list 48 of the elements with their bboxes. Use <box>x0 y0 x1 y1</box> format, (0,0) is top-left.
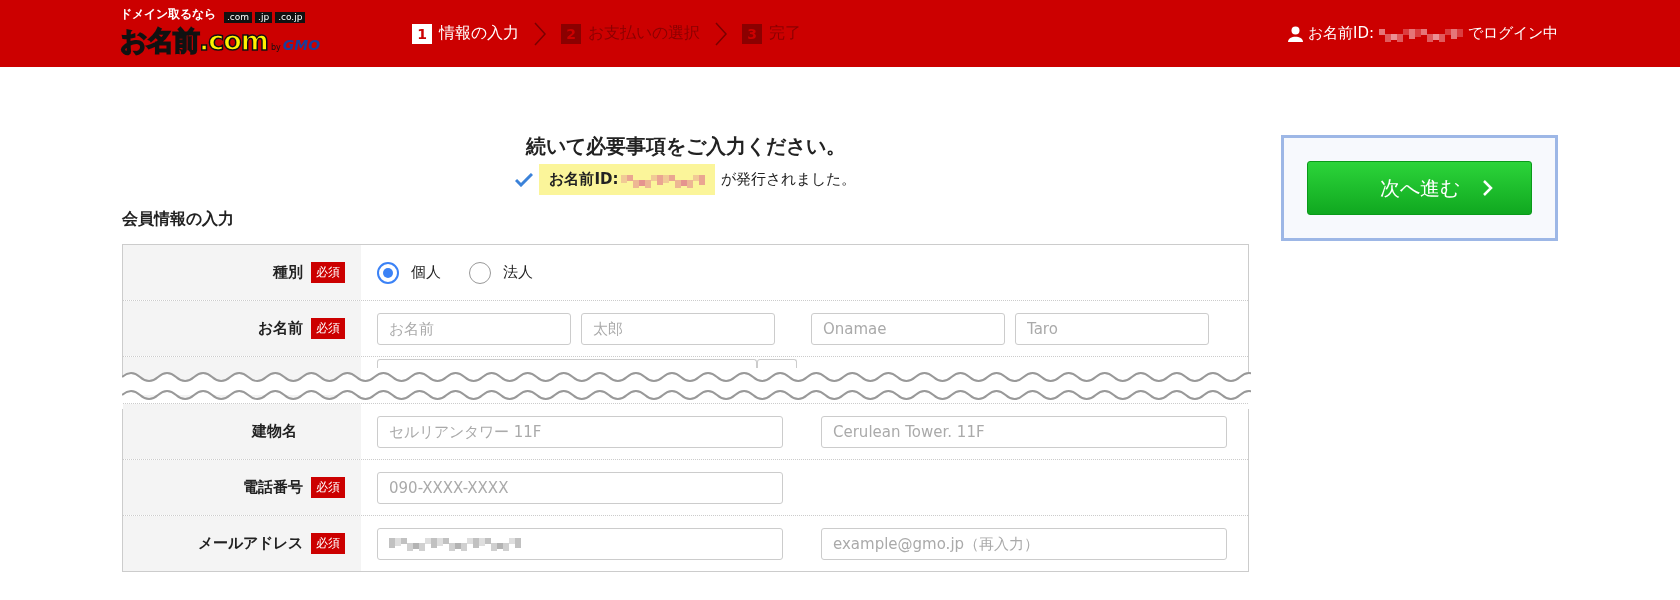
domain-tag: .co.jp <box>275 11 306 23</box>
select-field[interactable] <box>757 359 797 368</box>
id-label: お名前ID: <box>549 170 619 189</box>
required-badge: 必須 <box>311 533 345 554</box>
radio-button[interactable] <box>469 261 491 284</box>
logo-wordmark: お名前.com <box>120 23 268 58</box>
page-heading: 続いて必要事項をご入力ください。 <box>524 133 847 159</box>
required-badge: 必須 <box>311 318 345 339</box>
step-number: 3 <box>742 23 762 44</box>
user-icon <box>1287 25 1303 42</box>
chevron-icon <box>533 20 547 47</box>
login-label: お名前ID: <box>1307 24 1374 43</box>
step-label: 完了 <box>769 23 801 44</box>
required-badge: 必須 <box>311 262 345 283</box>
email-field[interactable] <box>377 527 783 560</box>
login-status: でログイン中 <box>1468 24 1558 43</box>
field-label: お名前 <box>258 319 303 338</box>
field-label: 電話番号 <box>243 478 303 497</box>
domain-tag: .jp <box>255 11 273 23</box>
input-field[interactable]: example@gmo.jp（再入力） <box>821 527 1227 560</box>
chevron-icon <box>1481 179 1494 197</box>
input-field[interactable]: お名前 <box>377 312 571 345</box>
logo-tagline: ドメイン取るなら <box>120 5 216 23</box>
field-label: 種別 <box>273 263 303 282</box>
step-number: 2 <box>561 23 581 44</box>
input-field[interactable] <box>377 359 757 368</box>
step-label: お支払いの選択 <box>588 23 700 44</box>
radio-option[interactable]: 法人 <box>469 261 533 284</box>
domain-tag: .com <box>224 11 253 23</box>
chevron-icon <box>714 20 728 47</box>
brand-logo: GMO <box>282 36 321 53</box>
radio-option[interactable]: 個人 <box>377 261 441 284</box>
field-label: メールアドレス <box>198 534 303 553</box>
input-field[interactable]: Cerulean Tower. 11F <box>821 415 1227 448</box>
input-field[interactable]: 090-XXXX-XXXX <box>377 471 783 504</box>
radio-button[interactable] <box>377 261 399 284</box>
step-label: 情報の入力 <box>439 23 519 44</box>
input-field[interactable]: Onamae <box>811 312 1005 345</box>
field-label: 建物名 <box>252 422 297 441</box>
input-field[interactable]: 太郎 <box>581 312 775 345</box>
check-icon <box>515 172 534 187</box>
section-title: 会員情報の入力 <box>122 209 235 230</box>
input-field[interactable]: セルリアンタワー 11F <box>377 415 783 448</box>
required-badge: 必須 <box>311 477 345 498</box>
logo-by: by <box>270 42 281 52</box>
step-number: 1 <box>412 23 432 44</box>
notice-text: が発行されました。 <box>720 170 856 189</box>
input-field[interactable]: Taro <box>1015 312 1209 345</box>
